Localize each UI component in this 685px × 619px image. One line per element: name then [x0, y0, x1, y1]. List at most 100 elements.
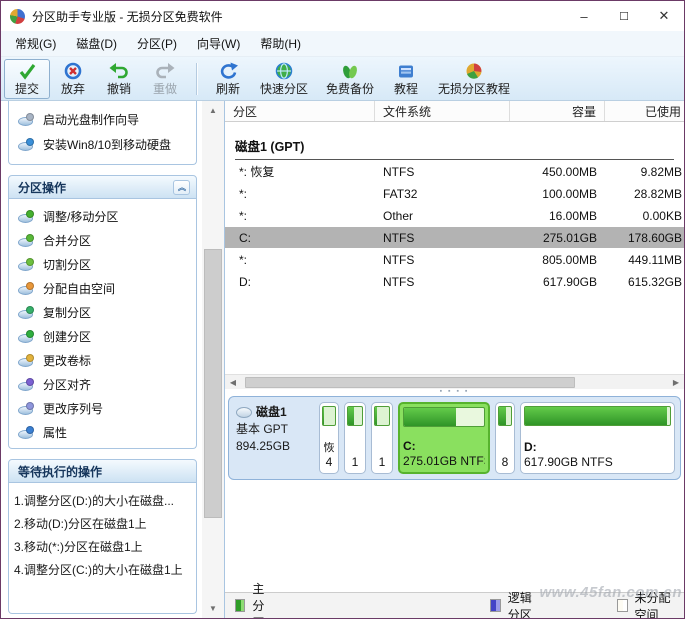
sidebar-item-resize-move[interactable]: 调整/移动分区: [9, 204, 196, 228]
sidebar-item-split[interactable]: 切割分区: [9, 252, 196, 276]
partition-block-d[interactable]: D: 617.90GB NTFS: [520, 402, 675, 474]
toolbar: 提交 放弃 撤销 重做 刷新 快速分区 免费备份 教程 无损分区教程: [1, 57, 684, 101]
resize-move-icon: [18, 209, 34, 223]
legend-logical: 逻辑分区: [490, 589, 539, 618]
disk-strip: 磁盘1 基本 GPT 894.25GB 恢4 1 1 C: 275.01GB N…: [228, 396, 681, 480]
scroll-right-arrow[interactable]: ▶: [668, 378, 684, 387]
primary-partition-swatch: [235, 599, 246, 612]
legend-unallocated: 未分配空间: [617, 589, 674, 618]
sidebar-item-create[interactable]: 创建分区: [9, 324, 196, 348]
commit-check-icon: [17, 62, 37, 80]
column-capacity[interactable]: 容量: [510, 101, 605, 121]
usage-bar: [524, 406, 671, 426]
sidebar-item-copy[interactable]: 复制分区: [9, 300, 196, 324]
scroll-thumb[interactable]: [204, 249, 222, 518]
minimize-button[interactable]: –: [564, 1, 604, 31]
backup-leaves-icon: [340, 62, 360, 80]
scroll-left-arrow[interactable]: ◀: [225, 378, 241, 387]
table-row[interactable]: *: 恢复 NTFS 450.00MB 9.82MB 440: [225, 161, 684, 182]
sidebar-item-boot-cd-wizard[interactable]: 启动光盘制作向导: [9, 107, 196, 132]
menu-general[interactable]: 常规(G): [5, 31, 66, 56]
sidebar-scrollbar: ▲ ▼: [202, 101, 224, 618]
partition-block-recovery2[interactable]: 8: [495, 402, 515, 474]
pending-op-3[interactable]: 3.移动(*:)分区在磁盘1上: [14, 536, 191, 559]
pending-op-2[interactable]: 2.移动(D:)分区在磁盘1上: [14, 513, 191, 536]
copy-partition-icon: [18, 305, 34, 319]
commit-button[interactable]: 提交: [4, 58, 50, 99]
menu-wizard[interactable]: 向导(W): [187, 31, 250, 56]
empty-area: [225, 480, 684, 592]
sidebar-item-change-serial[interactable]: 更改序列号: [9, 396, 196, 420]
splitter-grip[interactable]: ▪ ▪ ▪ ▪: [225, 388, 684, 396]
sidebar-item-properties[interactable]: 属性: [9, 420, 196, 444]
wizard-panel: 启动光盘制作向导 安装Win8/10到移动硬盘: [8, 101, 197, 165]
unallocated-swatch: [617, 599, 628, 612]
sidebar-item-allocate-free-space[interactable]: 分配自由空间: [9, 276, 196, 300]
scroll-track[interactable]: [202, 120, 224, 599]
close-button[interactable]: ✕: [644, 1, 684, 31]
main-panel: 分区 文件系统 容量 已使用 未使用 磁盘1 (GPT) *: 恢复 NTFS …: [224, 101, 684, 618]
table-row[interactable]: D: NTFS 617.90GB 615.32GB 2: [225, 271, 684, 292]
sidebar-item-align[interactable]: 分区对齐: [9, 372, 196, 396]
table-row[interactable]: *: FAT32 100.00MB 28.82MB 71: [225, 183, 684, 204]
scroll-up-arrow[interactable]: ▲: [202, 101, 224, 120]
collapse-chevron-icon[interactable]: ︽: [173, 179, 190, 195]
allocate-free-space-icon: [18, 281, 34, 295]
create-partition-icon: [18, 329, 34, 343]
partition-ops-header: 分区操作 ︽: [8, 175, 197, 199]
partition-block-recovery[interactable]: 恢4: [319, 402, 339, 474]
sidebar-item-merge[interactable]: 合并分区: [9, 228, 196, 252]
disk-info[interactable]: 磁盘1 基本 GPT 894.25GB: [234, 402, 314, 474]
disk-cylinder-icon: [236, 407, 252, 418]
window-title: 分区助手专业版 - 无损分区免费软件: [32, 9, 223, 24]
sidebar-item-change-label[interactable]: 更改卷标: [9, 348, 196, 372]
table-row[interactable]: *: Other 16.00MB 0.00KB 16: [225, 205, 684, 226]
drive-icon: [396, 62, 416, 80]
hscroll-thumb[interactable]: [245, 376, 575, 388]
title-bar: 分区助手专业版 - 无损分区免费软件 – ☐ ✕: [1, 1, 684, 31]
redo-button[interactable]: 重做: [142, 59, 188, 99]
undo-button[interactable]: 撤销: [96, 59, 142, 99]
quick-partition-button[interactable]: 快速分区: [251, 59, 317, 99]
column-partition[interactable]: 分区: [225, 101, 375, 121]
toolbar-separator: [196, 62, 197, 95]
lossless-tutorial-button[interactable]: 无损分区教程: [429, 59, 519, 99]
menu-help[interactable]: 帮助(H): [250, 31, 311, 56]
maximize-button[interactable]: ☐: [604, 1, 644, 31]
app-window: 分区助手专业版 - 无损分区免费软件 – ☐ ✕ 常规(G) 磁盘(D) 分区(…: [0, 0, 685, 619]
split-icon: [18, 257, 34, 271]
boot-cd-icon: [18, 113, 34, 126]
content-area: 启动光盘制作向导 安装Win8/10到移动硬盘 分区操作 ︽ 调整/移动分区 合…: [1, 101, 684, 618]
partition-block-msr[interactable]: 1: [371, 402, 393, 474]
partition-block-efi[interactable]: 1: [344, 402, 366, 474]
table-row-selected[interactable]: C: NTFS 275.01GB 178.60GB 96: [225, 227, 684, 248]
disk-size: 894.25GB: [236, 439, 291, 453]
column-filesystem[interactable]: 文件系统: [375, 101, 510, 121]
align-partition-icon: [18, 377, 34, 391]
refresh-button[interactable]: 刷新: [205, 59, 251, 99]
usage-bar: [322, 406, 336, 426]
globe-icon: [274, 62, 294, 80]
pending-op-1[interactable]: 1.调整分区(D:)的大小在磁盘...: [14, 490, 191, 513]
free-backup-button[interactable]: 免费备份: [317, 59, 383, 99]
tutorial-button[interactable]: 教程: [383, 59, 429, 99]
sidebar-item-install-win-to-usb[interactable]: 安装Win8/10到移动硬盘: [9, 132, 196, 157]
undo-icon: [109, 62, 129, 80]
redo-icon: [155, 62, 175, 80]
column-used[interactable]: 已使用: [605, 101, 684, 121]
table-row[interactable]: *: NTFS 805.00MB 449.11MB 355: [225, 249, 684, 270]
menu-disk[interactable]: 磁盘(D): [66, 31, 127, 56]
menu-bar: 常规(G) 磁盘(D) 分区(P) 向导(W) 帮助(H): [1, 31, 684, 57]
disk-type: 基本 GPT: [236, 422, 289, 436]
usage-bar: [374, 406, 390, 426]
partition-table: 磁盘1 (GPT) *: 恢复 NTFS 450.00MB 9.82MB 440…: [225, 122, 684, 374]
scroll-down-arrow[interactable]: ▼: [202, 599, 224, 618]
pending-op-4[interactable]: 4.调整分区(C:)的大小在磁盘1上: [14, 559, 191, 582]
disk-group-header: 磁盘1 (GPT): [235, 136, 674, 160]
menu-partition[interactable]: 分区(P): [127, 31, 187, 56]
partition-block-c-selected[interactable]: C: 275.01GB NTFS: [398, 402, 490, 474]
usage-bar: [403, 407, 485, 427]
legend-bar: 主分区 逻辑分区 未分配空间 www.45fan.com.cn: [225, 582, 684, 618]
pending-ops-header: 等待执行的操作: [8, 459, 197, 483]
discard-button[interactable]: 放弃: [50, 59, 96, 99]
